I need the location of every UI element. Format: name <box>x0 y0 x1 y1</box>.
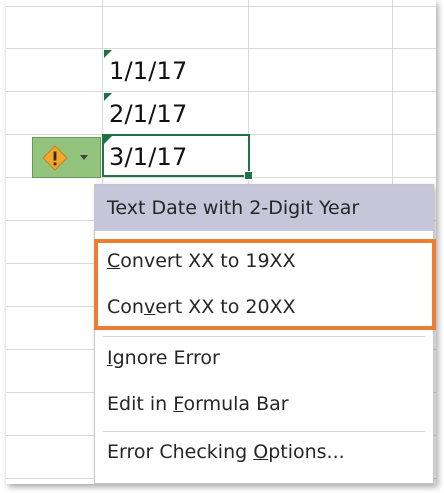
warning-icon <box>42 145 68 171</box>
menu-item-edit-in-formula-bar[interactable]: Edit in Formula Bar <box>107 393 289 415</box>
chevron-down-icon <box>80 155 88 160</box>
menu-item-label-rest: ormula Bar <box>183 393 289 415</box>
cell-value: 1/1/17 <box>109 57 188 85</box>
cell-value: 3/1/17 <box>109 143 188 171</box>
menu-separator <box>103 336 425 337</box>
grid-row-line <box>6 6 436 7</box>
spreadsheet-window: 1/1/17 2/1/17 3/1/17 Text Date with 2-Di… <box>6 0 436 484</box>
selected-date-cell[interactable]: 3/1/17 <box>102 134 253 180</box>
error-options-menu: Text Date with 2-Digit Year Convert XX t… <box>94 184 434 484</box>
fill-handle[interactable] <box>244 171 253 180</box>
menu-separator <box>103 431 425 432</box>
menu-item-error-checking-options[interactable]: Error Checking Options... <box>107 441 345 463</box>
access-key: F <box>173 393 184 415</box>
menu-item-ignore-error[interactable]: Ignore Error <box>107 347 220 369</box>
cell-value: 2/1/17 <box>109 100 188 128</box>
highlight-annotation <box>94 239 436 330</box>
date-cell[interactable]: 2/1/17 <box>103 92 249 133</box>
access-key: O <box>253 441 269 463</box>
menu-item-label-start: Error Checking <box>107 441 254 463</box>
menu-item-label-start: Edit in <box>107 393 174 415</box>
menu-header-label: Text Date with 2-Digit Year <box>107 197 360 219</box>
menu-item-label-rest: gnore Error <box>112 347 220 369</box>
error-smart-tag-button[interactable] <box>32 137 101 178</box>
menu-header: Text Date with 2-Digit Year <box>95 185 433 231</box>
menu-item-label-rest: ptions... <box>268 441 345 463</box>
date-cell[interactable]: 1/1/17 <box>103 49 249 90</box>
